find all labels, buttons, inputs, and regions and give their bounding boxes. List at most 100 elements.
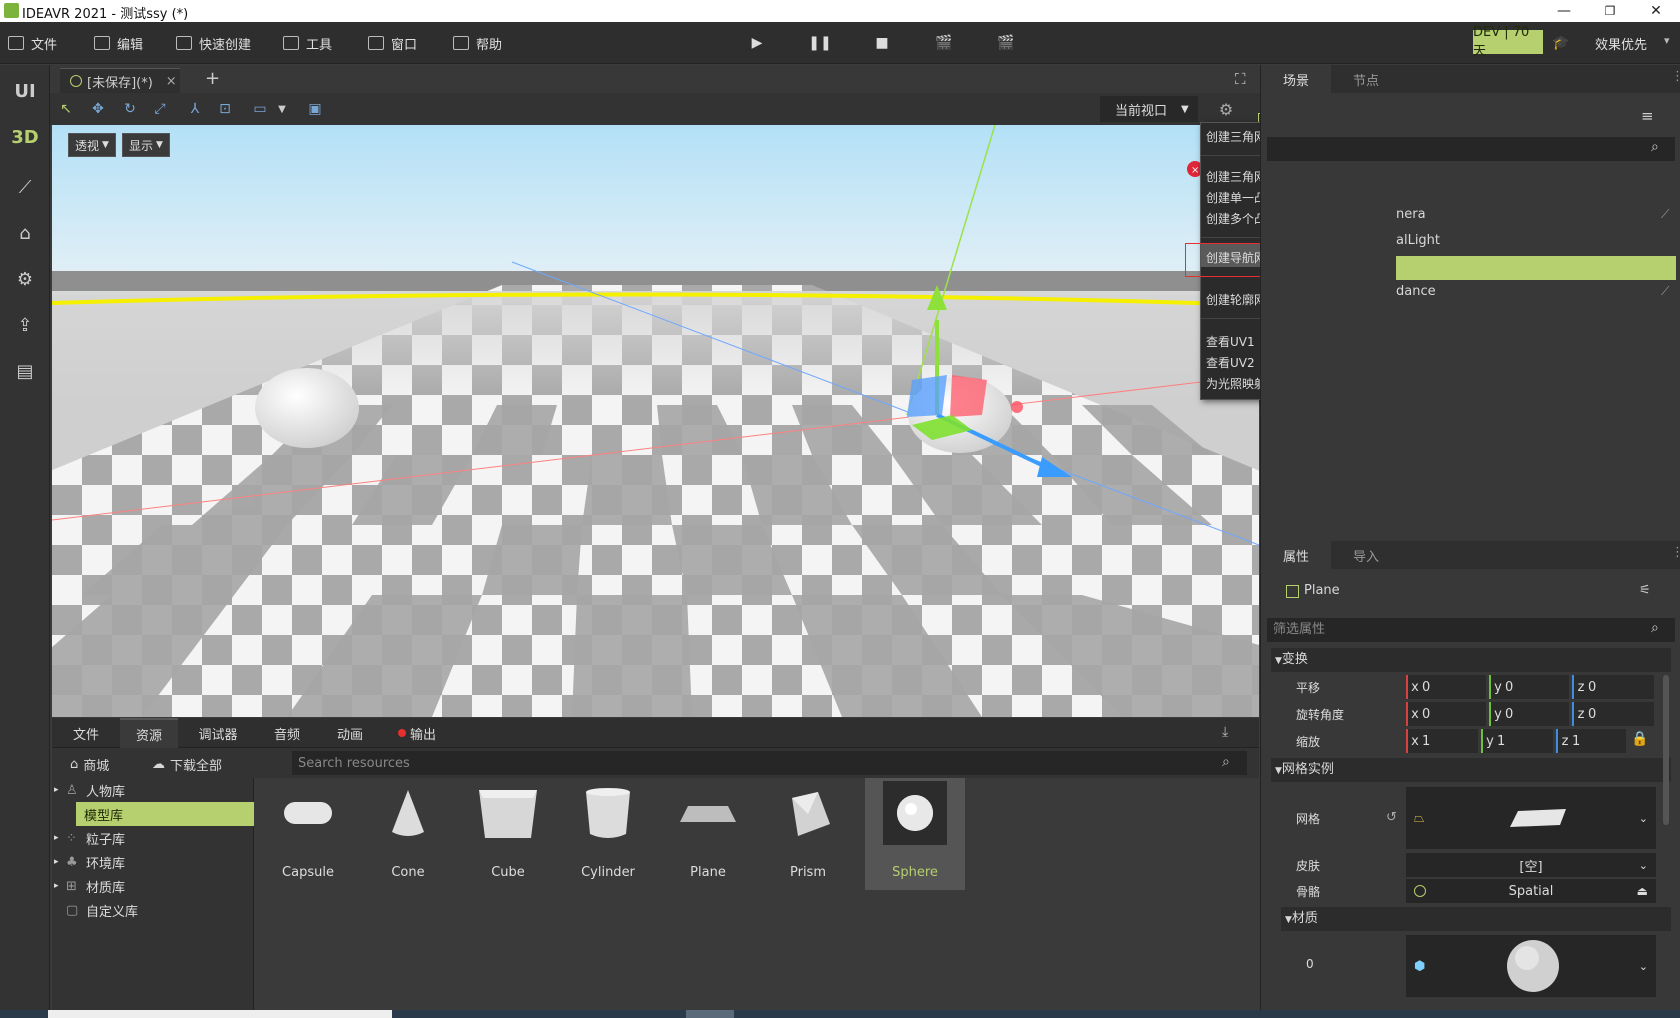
menu-quick-create[interactable]: 快速创建: [176, 22, 251, 64]
properties-scrollbar[interactable]: [1663, 675, 1669, 825]
asset-cylinder[interactable]: Cylinder: [558, 778, 658, 890]
graduation-icon[interactable]: 🎓: [1552, 34, 1570, 52]
asset-plane[interactable]: Plane: [658, 778, 758, 890]
section-mesh-instance[interactable]: ▼网格实例: [1271, 758, 1671, 782]
3d-mode-button[interactable]: 3D: [0, 119, 50, 155]
scene-filter-input[interactable]: [1267, 137, 1675, 161]
taskbar-item[interactable]: [686, 1010, 734, 1018]
export-icon[interactable]: ⇪: [0, 307, 50, 343]
expand-icon[interactable]: ▸: [52, 857, 66, 867]
document-icon[interactable]: ▤: [0, 353, 50, 389]
skeleton-field[interactable]: Spatial ⏏: [1406, 879, 1656, 903]
node-script-icon[interactable]: ⟋: [1661, 207, 1669, 222]
lock-scale-icon[interactable]: 🔒: [1631, 731, 1648, 747]
document-tab[interactable]: [未保存](*) ×: [60, 68, 180, 93]
store-icon[interactable]: ⌂: [0, 215, 50, 251]
mesh-dropdown-icon[interactable]: ⌄: [1639, 812, 1648, 825]
select-node-icon[interactable]: ⏏: [1637, 884, 1648, 898]
tab-animation[interactable]: 动画: [320, 718, 380, 748]
scene-node-guidance[interactable]: dance: [1396, 284, 1436, 299]
close-tab-icon[interactable]: ×: [166, 74, 177, 89]
mesh-resource-field[interactable]: ⏢ ⌄: [1406, 787, 1656, 849]
ui-mode-button[interactable]: UI: [0, 73, 50, 109]
dock-menu-icon[interactable]: ⋮: [1671, 69, 1680, 84]
skin-dropdown-icon[interactable]: ⌄: [1639, 859, 1648, 872]
display-button[interactable]: 显示 ▼: [122, 133, 170, 157]
tree-item-characters[interactable]: ▸ ♙ 人物库: [52, 778, 254, 802]
tab-resources[interactable]: 资源: [120, 718, 178, 748]
property-search-icon[interactable]: ⌕: [1651, 620, 1659, 636]
section-transform[interactable]: ▼变换: [1271, 648, 1671, 672]
ruler-icon[interactable]: ▭: [250, 99, 270, 119]
resource-search-input[interactable]: Search resources: [292, 751, 1247, 775]
dev-badge[interactable]: DEV | 70 天: [1473, 25, 1543, 59]
view-select[interactable]: 当前视口 ▼: [1100, 96, 1198, 122]
node-script-icon[interactable]: ⟋: [1661, 284, 1669, 299]
scale-y-field[interactable]: y1: [1481, 729, 1553, 753]
pause-icon[interactable]: ❚❚: [808, 34, 831, 52]
tree-item-models[interactable]: 模型库: [76, 802, 254, 826]
snap-icon[interactable]: ⊡: [215, 99, 235, 119]
translate-z-field[interactable]: z0: [1572, 675, 1654, 699]
asset-cone[interactable]: Cone: [358, 778, 458, 890]
menu-window[interactable]: 窗口: [368, 22, 417, 64]
restore-icon[interactable]: ❐: [1599, 1, 1621, 21]
expand-icon[interactable]: ▸: [52, 833, 66, 843]
asset-prism[interactable]: Prism: [758, 778, 858, 890]
scene-search-icon[interactable]: ⌕: [1651, 139, 1659, 155]
download-all-button[interactable]: ☁ 下载全部: [152, 755, 222, 774]
asset-sphere[interactable]: Sphere: [865, 778, 965, 890]
expand-icon[interactable]: ▸: [52, 881, 66, 891]
rotate-tool-icon[interactable]: ↻: [120, 99, 140, 119]
scene-node-light[interactable]: alLight: [1396, 233, 1440, 248]
tree-item-particles[interactable]: ▸ ⁘ 粒子库: [52, 826, 254, 850]
asset-cube[interactable]: Cube: [458, 778, 558, 890]
search-icon[interactable]: ⌕: [1222, 754, 1230, 770]
menu-file[interactable]: 文件: [8, 22, 57, 64]
tab-properties[interactable]: 属性: [1261, 541, 1331, 569]
menu-help[interactable]: 帮助: [453, 22, 502, 64]
tree-item-custom[interactable]: ▢ 自定义库: [52, 898, 254, 922]
tab-files[interactable]: 文件: [52, 718, 120, 748]
ruler-dropdown-icon[interactable]: ▼: [272, 99, 292, 119]
menu-tools[interactable]: 工具: [283, 22, 332, 64]
quality-label[interactable]: 效果优先: [1595, 34, 1647, 53]
scene-play-icon[interactable]: 🎬: [935, 34, 953, 52]
settings-panel-icon[interactable]: ⚙: [0, 261, 50, 297]
taskbar-item[interactable]: [48, 1010, 392, 1018]
nodes-graph-icon[interactable]: ⟋: [0, 169, 50, 205]
reset-icon[interactable]: ↺: [1386, 810, 1397, 825]
scale-z-field[interactable]: z1: [1556, 729, 1626, 753]
local-space-icon[interactable]: ⅄: [185, 99, 205, 119]
tab-import[interactable]: 导入: [1331, 541, 1401, 569]
skin-field[interactable]: [空] ⌄: [1406, 853, 1656, 877]
tab-audio[interactable]: 音频: [257, 718, 317, 748]
menu-item-view-uv2[interactable]: 查看UV2: [1206, 354, 1255, 371]
custom-play-icon[interactable]: 🎬: [997, 34, 1015, 52]
properties-settings-icon[interactable]: ⚟: [1639, 583, 1651, 598]
menu-edit[interactable]: 编辑: [94, 22, 143, 64]
minimize-icon[interactable]: —: [1553, 1, 1575, 21]
menu-item-view-uv1[interactable]: 查看UV1: [1206, 333, 1255, 350]
expand-icon[interactable]: ▸: [52, 785, 66, 795]
scene-node-selected[interactable]: [1396, 256, 1676, 280]
translate-y-field[interactable]: y0: [1489, 675, 1569, 699]
property-filter-input[interactable]: 筛选属性: [1267, 618, 1675, 642]
rotation-x-field[interactable]: x0: [1406, 702, 1486, 726]
tab-output[interactable]: 输出: [382, 718, 452, 748]
stop-icon[interactable]: ■: [873, 34, 891, 52]
tree-item-environment[interactable]: ▸ ♣ 环境库: [52, 850, 254, 874]
section-material[interactable]: ▼材质: [1281, 907, 1671, 931]
rotation-y-field[interactable]: y0: [1489, 702, 1569, 726]
tree-item-materials[interactable]: ▸ ⊞ 材质库: [52, 874, 254, 898]
shop-button[interactable]: ⌂ 商城: [70, 755, 109, 774]
translate-x-field[interactable]: x0: [1406, 675, 1486, 699]
asset-capsule[interactable]: Capsule: [258, 778, 358, 890]
camera-icon[interactable]: ▣: [305, 99, 325, 119]
close-window-icon[interactable]: ✕: [1645, 1, 1667, 21]
select-tool-icon[interactable]: ↖: [56, 99, 76, 119]
3d-viewport[interactable]: × 透视 ▼ 显示 ▼: [52, 125, 1259, 717]
dock-menu-icon[interactable]: ⋮: [1671, 545, 1680, 560]
scene-list-menu-icon[interactable]: ≡: [1641, 107, 1654, 125]
viewport-settings-icon[interactable]: ⚙: [1216, 99, 1236, 119]
